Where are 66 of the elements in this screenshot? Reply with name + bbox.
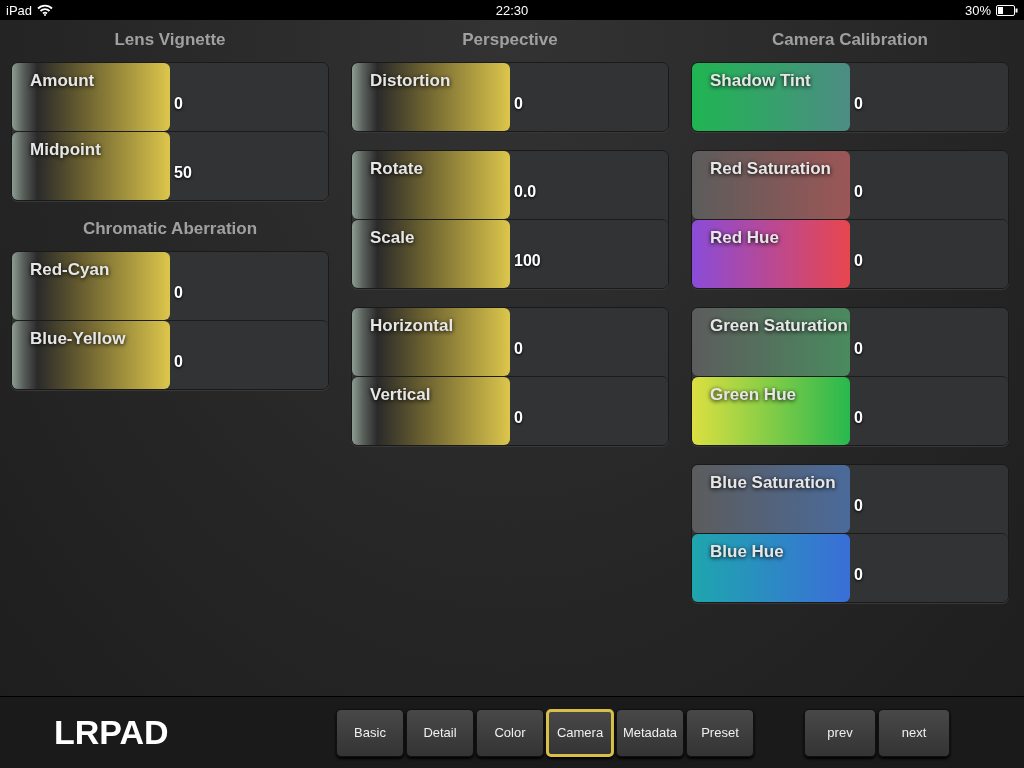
slider-label: Horizontal (370, 316, 454, 335)
slider-value: 0 (854, 566, 863, 584)
slider-track[interactable]: Blue Saturation 0 (692, 465, 1008, 533)
slider-value: 0 (854, 497, 863, 515)
slider-track[interactable]: Green Saturation 0 (692, 308, 1008, 376)
tab[interactable]: Preset (686, 708, 754, 757)
slider-track[interactable]: Blue-Yellow 0 (12, 320, 328, 389)
slider-label: Midpoint (30, 140, 101, 159)
tab[interactable]: Metadata (616, 708, 684, 757)
tab[interactable]: Color (476, 708, 544, 757)
slider-label: Rotate (370, 159, 423, 178)
slider-value: 0 (854, 409, 863, 427)
device-name: iPad (6, 2, 33, 18)
nav-button[interactable]: next (878, 708, 950, 757)
slider-track[interactable]: Amount 0 (12, 63, 328, 131)
tab[interactable]: Basic (336, 708, 404, 757)
slider-label: Scale (370, 228, 415, 247)
slider-value: 0 (514, 409, 523, 427)
battery-icon (996, 4, 1018, 16)
tab[interactable]: Detail (406, 708, 474, 757)
clock-time: 22:30 (494, 2, 530, 18)
slider-label: Vertical (370, 385, 431, 404)
slider-label: Blue Saturation (710, 473, 836, 492)
slider-value: 0 (854, 183, 863, 201)
slider-track[interactable]: Shadow Tint 0 (692, 63, 1008, 131)
slider-label: Blue Hue (710, 542, 784, 561)
wifi-icon (37, 4, 54, 16)
slider-track[interactable]: Rotate 0.0 (352, 151, 668, 219)
slider-value: 50 (174, 164, 192, 182)
slider-track[interactable]: Red Saturation 0 (692, 151, 1008, 219)
slider-track[interactable]: Vertical 0 (352, 376, 668, 445)
slider-value: 0 (854, 340, 863, 358)
tab[interactable]: Camera (546, 708, 614, 757)
slider-value: 0 (854, 95, 863, 113)
battery-percent: 30% (964, 2, 991, 18)
section-title: Chromatic Aberration (81, 219, 259, 240)
slider-value: 0 (854, 252, 863, 270)
slider-track[interactable]: Green Hue 0 (692, 376, 1008, 445)
slider-label: Red Saturation (710, 159, 831, 178)
app-logo: LRPAD (54, 713, 170, 752)
slider-value: 0 (174, 353, 183, 371)
slider-track[interactable]: Scale 100 (352, 219, 668, 288)
slider-value: 0.0 (514, 183, 537, 201)
slider-label: Red Hue (710, 228, 779, 247)
slider-value: 0 (174, 284, 183, 302)
slider-value: 0 (514, 340, 523, 358)
nav-button[interactable]: prev (804, 708, 876, 757)
slider-label: Green Hue (710, 385, 796, 404)
slider-label: Green Saturation (710, 316, 848, 335)
slider-value: 0 (514, 95, 523, 113)
slider-track[interactable]: Red Hue 0 (692, 219, 1008, 288)
section-title: Lens Vignette (113, 30, 227, 51)
section-title: Perspective (461, 30, 559, 51)
slider-label: Amount (30, 71, 95, 90)
slider-track[interactable]: Blue Hue 0 (692, 533, 1008, 602)
slider-track[interactable]: Midpoint 50 (12, 131, 328, 200)
slider-label: Distortion (370, 71, 451, 90)
slider-value: 100 (514, 252, 541, 270)
section-title: Camera Calibration (771, 30, 929, 51)
slider-value: 0 (174, 95, 183, 113)
slider-track[interactable]: Horizontal 0 (352, 308, 668, 376)
slider-track[interactable]: Red-Cyan 0 (12, 252, 328, 320)
slider-track[interactable]: Distortion 0 (352, 63, 668, 131)
slider-label: Blue-Yellow (30, 329, 126, 348)
slider-label: Shadow Tint (710, 71, 811, 90)
slider-label: Red-Cyan (30, 260, 110, 279)
